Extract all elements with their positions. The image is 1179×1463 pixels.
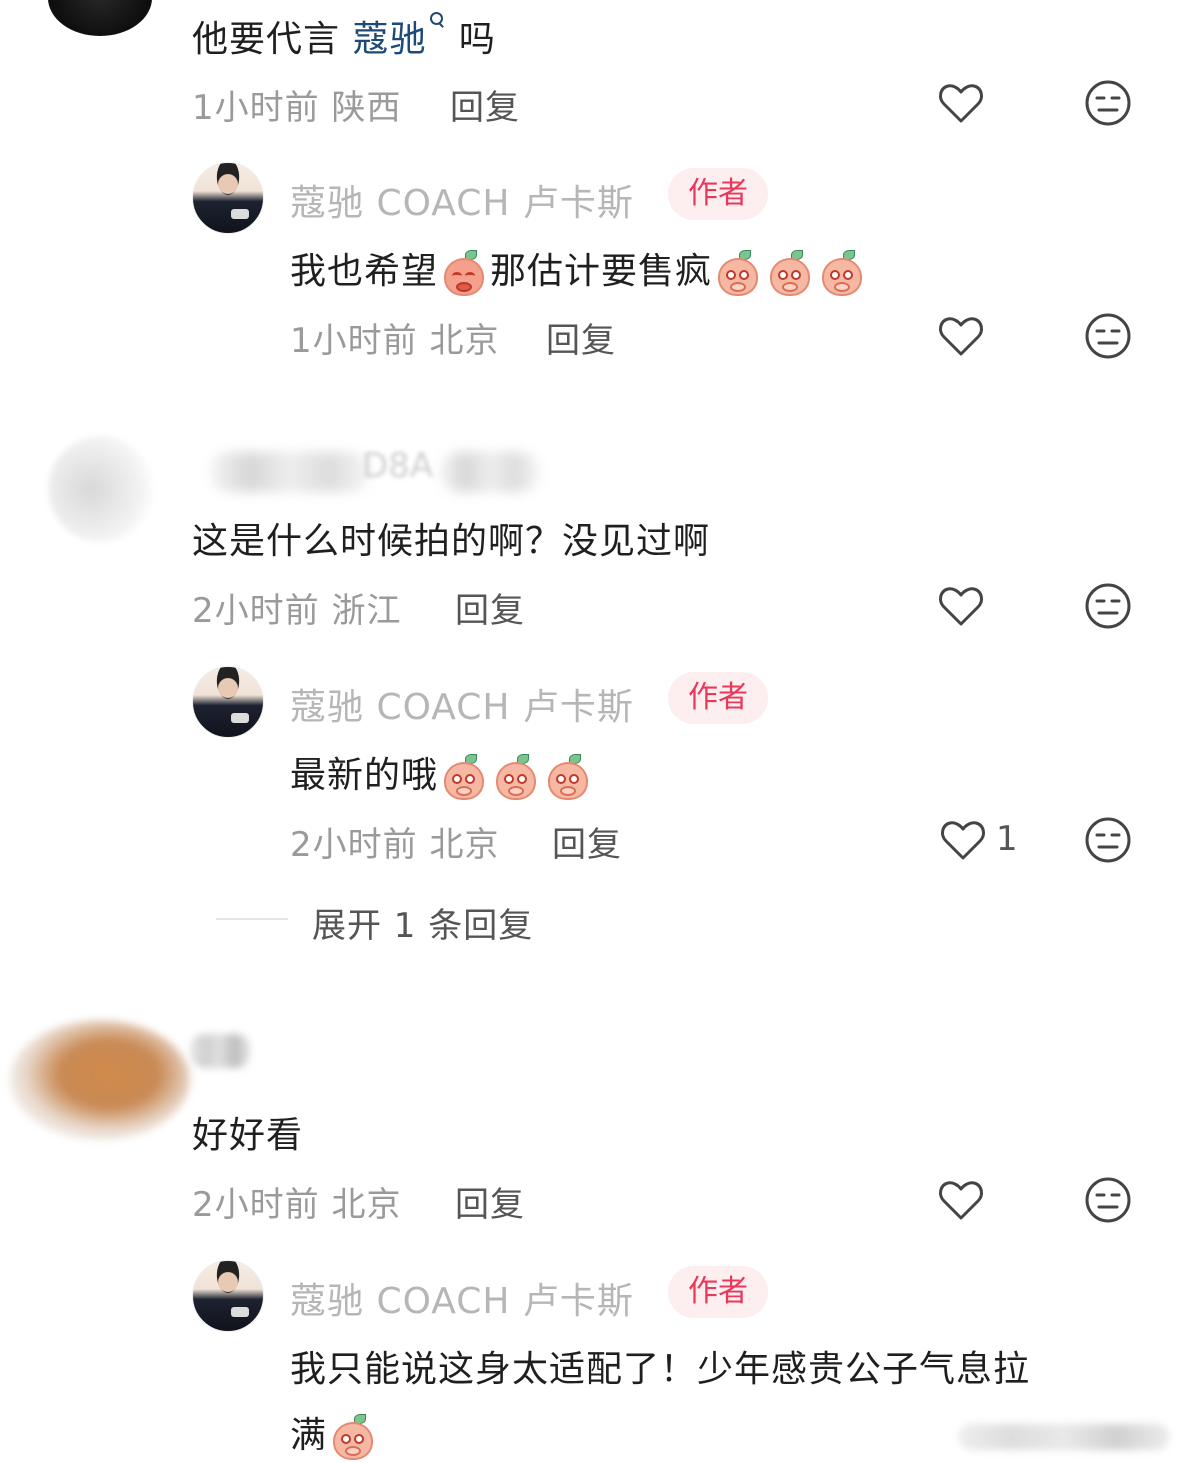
peach-emoji-icon (493, 754, 539, 800)
reply-text-continued: 满 (290, 1406, 379, 1460)
reply-button[interactable]: 回复 (450, 80, 520, 129)
author-badge: 作者 (668, 168, 768, 220)
peach-emoji-icon (715, 250, 761, 296)
blurred-username (440, 452, 540, 492)
comment-text: 他要代言 蔻驰 吗 (192, 10, 496, 62)
reply-meta: 2小时前 北京 (290, 817, 499, 866)
search-link[interactable]: 蔻驰 (352, 12, 446, 60)
comment-time: 2小时前 (192, 591, 320, 631)
blurred-username (210, 452, 370, 492)
dislike-icon[interactable] (1083, 581, 1133, 631)
comment-location: 北京 (331, 1185, 402, 1225)
author-avatar[interactable] (192, 1260, 264, 1332)
peach-emoji-icon (330, 1414, 376, 1460)
heart-icon[interactable] (936, 1175, 986, 1225)
reply-username[interactable]: 蔻驰 COACH 卢卡斯 (290, 1272, 634, 1324)
peach-emoji-icon (767, 250, 813, 296)
reply-username[interactable]: 蔻驰 COACH 卢卡斯 (290, 174, 634, 226)
comment-meta: 2小时前 北京 (192, 1177, 401, 1226)
commenter-avatar[interactable] (48, 436, 154, 542)
reply-time: 1小时前 (290, 321, 418, 361)
watermark (958, 1424, 1170, 1450)
author-badge: 作者 (668, 1266, 768, 1318)
peach-emoji-icon (441, 754, 487, 800)
dislike-icon[interactable] (1083, 78, 1133, 128)
comment-location: 陕西 (331, 88, 402, 128)
comment-meta: 2小时前 浙江 (192, 583, 401, 632)
expand-replies-button[interactable]: 展开 1 条回复 (312, 898, 533, 947)
heart-icon[interactable] (936, 78, 986, 128)
reply-location: 北京 (429, 321, 500, 361)
reply-text: 我只能说这身太适配了！少年感贵公子气息拉 (290, 1349, 1031, 1390)
blurred-username (190, 1034, 250, 1068)
comment-time: 1小时前 (192, 88, 320, 128)
author-avatar[interactable] (192, 666, 264, 738)
commenter-avatar[interactable] (10, 1020, 190, 1140)
expand-divider (216, 918, 288, 920)
reply-time: 2小时前 (290, 825, 418, 865)
dislike-icon[interactable] (1083, 815, 1133, 865)
search-icon (428, 10, 446, 32)
comment-location: 浙江 (331, 591, 402, 631)
comment-username[interactable]: D8A (362, 446, 433, 486)
reply-button[interactable]: 回复 (546, 313, 616, 362)
comment-text: 好好看 (192, 1115, 304, 1156)
shy-emoji-icon (441, 250, 487, 296)
reply-button[interactable]: 回复 (552, 817, 622, 866)
heart-icon[interactable] (936, 311, 986, 361)
reply-username[interactable]: 蔻驰 COACH 卢卡斯 (290, 678, 634, 730)
heart-icon[interactable] (936, 581, 986, 631)
peach-emoji-icon (819, 250, 865, 296)
commenter-avatar[interactable] (48, 0, 152, 36)
author-avatar[interactable] (192, 162, 264, 234)
reply-meta: 1小时前 北京 (290, 313, 499, 362)
dislike-icon[interactable] (1083, 311, 1133, 361)
heart-icon[interactable] (938, 815, 988, 865)
comment-text: 这是什么时候拍的啊？没见过啊 (192, 521, 711, 562)
peach-emoji-icon (545, 754, 591, 800)
comment-meta: 1小时前 陕西 (192, 80, 401, 129)
like-count: 1 (996, 819, 1018, 859)
reply-button[interactable]: 回复 (455, 583, 525, 632)
dislike-icon[interactable] (1083, 1175, 1133, 1225)
reply-location: 北京 (429, 825, 500, 865)
reply-button[interactable]: 回复 (455, 1177, 525, 1226)
author-badge: 作者 (668, 672, 768, 724)
reply-text: 我也希望 那估计要售疯 (290, 242, 868, 296)
comment-time: 2小时前 (192, 1185, 320, 1225)
reply-text: 最新的哦 (290, 746, 594, 800)
